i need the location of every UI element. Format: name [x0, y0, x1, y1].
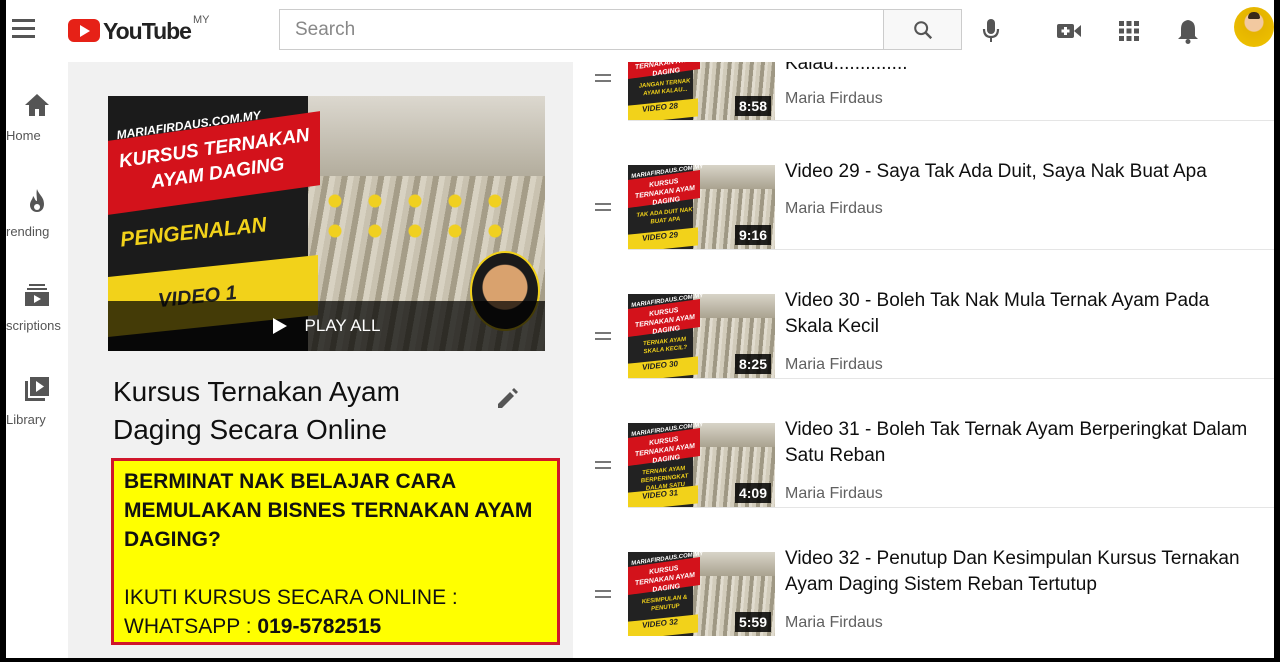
library-icon [25, 377, 49, 401]
logo-text: YouTube [103, 18, 192, 44]
home-icon [25, 94, 49, 116]
guide-sidebar: Home rending scriptions Library [6, 62, 68, 658]
video-title[interactable]: Video 30 - Boleh Tak Nak Mula Ternak Aya… [785, 288, 1255, 340]
video-channel[interactable]: Maria Firdaus [785, 485, 883, 503]
flame-icon [30, 189, 44, 212]
video-thumbnail[interactable]: MARIAFIRDAUS.COM.MYKURSUS TERNAKAN AYAM … [628, 423, 775, 507]
search-button[interactable] [883, 9, 962, 50]
playlist-video-item[interactable]: MARIAFIRDAUS.COM.MYKURSUS TERNAKAN AYAM … [573, 508, 1274, 637]
pencil-icon[interactable] [494, 384, 522, 412]
video-duration: 8:58 [734, 96, 771, 116]
drag-handle-icon[interactable] [595, 203, 613, 215]
search-input[interactable] [279, 9, 883, 50]
video-channel[interactable]: Maria Firdaus [785, 200, 883, 218]
playlist-video-item[interactable]: MARIAFIRDAUS.COM.MYKURSUS TERNAKAN AYAM … [573, 379, 1274, 508]
search-icon [913, 20, 932, 39]
whatsapp-label: WHATSAPP : [124, 615, 258, 638]
youtube-play-icon [68, 19, 100, 42]
playlist-sidebar: MARIAFIRDAUS.COM.MY KURSUS TERNAKAN AYAM… [68, 62, 579, 658]
playlist-video-item[interactable]: MARIAFIRDAUS.COM.MYKURSUS TERNAKAN AYAM … [573, 250, 1274, 379]
subscriptions-icon [25, 284, 49, 306]
playlist-description: BERMINAT NAK BELAJAR CARA MEMULAKAN BISN… [111, 458, 560, 645]
description-question: BERMINAT NAK BELAJAR CARA MEMULAKAN BISN… [124, 470, 533, 551]
video-title[interactable]: Video 29 - Saya Tak Ada Duit, Saya Nak B… [785, 159, 1255, 185]
video-duration: 8:25 [734, 354, 771, 374]
guide-label: Home [6, 128, 41, 143]
bell-icon[interactable] [1173, 16, 1203, 46]
drag-handle-icon[interactable] [595, 461, 613, 473]
guide-label: rending [6, 224, 50, 239]
video-channel[interactable]: Maria Firdaus [785, 356, 883, 374]
guide-item-subscriptions[interactable]: scriptions [6, 282, 68, 333]
guide-item-library[interactable]: Library [6, 376, 68, 427]
avatar[interactable] [1234, 7, 1274, 47]
video-thumbnail[interactable]: MARIAFIRDAUS.COM.MYKURSUS TERNAKAN AYAM … [628, 62, 775, 120]
create-video-icon[interactable] [1054, 16, 1084, 46]
description-line-2: WHATSAPP : 019-5782515 [124, 612, 547, 641]
guide-item-home[interactable]: Home [6, 92, 68, 143]
video-title[interactable]: Kalau.............. [785, 62, 1255, 77]
play-all-label: PLAY ALL [304, 316, 381, 335]
description-line-1: IKUTI KURSUS SECARA ONLINE : [124, 586, 458, 609]
video-title[interactable]: Video 31 - Boleh Tak Ternak Ayam Berperi… [785, 417, 1255, 469]
guide-item-trending[interactable]: rending [6, 188, 68, 239]
youtube-window: YouTube MY Home rending [0, 0, 1280, 662]
youtube-logo[interactable]: YouTube MY [68, 14, 210, 44]
video-thumbnail[interactable]: MARIAFIRDAUS.COM.MYKURSUS TERNAKAN AYAM … [628, 294, 775, 378]
video-duration: 5:59 [734, 612, 771, 632]
guide-label: Library [6, 412, 46, 427]
play-icon [272, 318, 287, 334]
microphone-icon[interactable] [976, 16, 1006, 46]
playlist-video-list: MARIAFIRDAUS.COM.MYKURSUS TERNAKAN AYAM … [573, 62, 1274, 658]
play-all-button[interactable]: PLAY ALL [108, 301, 545, 351]
video-channel[interactable]: Maria Firdaus [785, 614, 883, 632]
video-duration: 4:09 [734, 483, 771, 503]
guide-label: scriptions [6, 318, 61, 333]
playlist-video-item[interactable]: MARIAFIRDAUS.COM.MYKURSUS TERNAKAN AYAM … [573, 121, 1274, 250]
drag-handle-icon[interactable] [595, 590, 613, 602]
logo-region: MY [192, 14, 210, 26]
playlist-thumbnail[interactable]: MARIAFIRDAUS.COM.MY KURSUS TERNAKAN AYAM… [108, 96, 545, 351]
video-duration: 9:16 [734, 225, 771, 245]
drag-handle-icon[interactable] [595, 74, 613, 86]
playlist-title: Kursus Ternakan Ayam Daging Secara Onlin… [113, 376, 400, 445]
menu-icon[interactable] [12, 19, 36, 41]
masthead: YouTube MY [6, 0, 1274, 62]
video-title[interactable]: Video 32 - Penutup Dan Kesimpulan Kursus… [785, 546, 1255, 598]
video-channel[interactable]: Maria Firdaus [785, 90, 883, 108]
playlist-video-item[interactable]: MARIAFIRDAUS.COM.MYKURSUS TERNAKAN AYAM … [573, 62, 1274, 121]
video-thumbnail[interactable]: MARIAFIRDAUS.COM.MYKURSUS TERNAKAN AYAM … [628, 552, 775, 636]
search-box [279, 9, 962, 50]
drag-handle-icon[interactable] [595, 332, 613, 344]
apps-grid-icon[interactable] [1114, 16, 1144, 46]
video-thumbnail[interactable]: MARIAFIRDAUS.COM.MYKURSUS TERNAKAN AYAM … [628, 165, 775, 249]
phone-number: 019-5782515 [257, 615, 382, 638]
